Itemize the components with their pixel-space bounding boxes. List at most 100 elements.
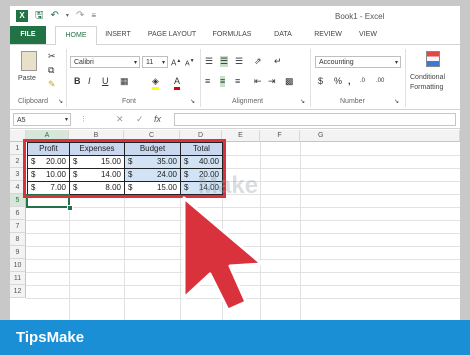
accounting-format-button[interactable]: $ xyxy=(318,76,323,87)
font-name-value: Calibri xyxy=(74,59,94,66)
tab-page-layout[interactable]: PAGE LAYOUT xyxy=(141,26,203,44)
conditional-formatting-icon xyxy=(426,51,440,67)
font-name-select[interactable]: Calibri ▾ xyxy=(70,56,140,68)
chevron-down-icon: ▾ xyxy=(394,60,398,66)
fill-color-icon[interactable]: ◈ xyxy=(152,76,159,90)
excel-logo-icon: X xyxy=(16,10,28,22)
conditional-label: Conditional xyxy=(410,74,446,81)
gridline xyxy=(26,272,460,273)
cut-icon[interactable]: ✂ xyxy=(48,51,56,62)
insert-function-button[interactable]: fx xyxy=(154,114,161,125)
undo-dropdown-icon[interactable]: ▾ xyxy=(66,9,69,23)
row-header-10[interactable]: 10 xyxy=(10,259,26,272)
row-header-8[interactable]: 8 xyxy=(10,233,26,246)
gridline xyxy=(26,233,460,234)
conditional-formatting-button[interactable]: Conditional Formatting xyxy=(408,49,458,95)
undo-icon[interactable]: ↶ xyxy=(51,9,59,23)
tab-insert[interactable]: INSERT xyxy=(98,26,138,44)
quick-access-toolbar: X 🖫 ↶ ▾ ↷ ≡ xyxy=(16,9,96,23)
align-bottom-icon[interactable]: ☰ xyxy=(235,56,243,67)
font-group-label: Font xyxy=(122,98,137,105)
column-header-g[interactable]: G xyxy=(300,130,460,142)
percent-style-button[interactable]: % xyxy=(334,76,342,87)
format-painter-icon[interactable]: ✎ xyxy=(48,79,56,90)
row-header-11[interactable]: 11 xyxy=(10,272,26,285)
decrease-decimal-icon[interactable]: .00 xyxy=(376,76,384,87)
name-box-value: A5 xyxy=(17,117,26,124)
paste-label: Paste xyxy=(18,75,36,82)
fill-handle[interactable] xyxy=(67,205,73,211)
watermark-text: Make xyxy=(198,172,259,199)
tab-view[interactable]: VIEW xyxy=(353,26,383,44)
window-title: Book1 - Excel xyxy=(335,12,385,21)
formatting-label: Formatting xyxy=(410,84,444,91)
separator xyxy=(405,49,406,107)
ribbon-tabs: FILE HOME INSERT PAGE LAYOUT FORMULAS DA… xyxy=(10,26,460,46)
font-size-value: 11 xyxy=(146,59,154,66)
align-top-icon[interactable]: ☰ xyxy=(205,56,213,67)
clipboard-launcher-icon[interactable]: ↘ xyxy=(58,97,63,108)
title-bar: X 🖫 ↶ ▾ ↷ ≡ Book1 - Excel xyxy=(10,6,460,26)
cancel-icon[interactable]: ✕ xyxy=(116,114,124,125)
tab-file[interactable]: FILE xyxy=(10,26,46,44)
alignment-group-label: Alignment xyxy=(232,98,264,105)
paste-button[interactable]: Paste xyxy=(16,49,42,89)
align-left-icon[interactable]: ≡ xyxy=(205,76,210,87)
gridline xyxy=(26,207,460,208)
italic-button[interactable]: I xyxy=(88,76,91,87)
tab-formulas[interactable]: FORMULAS xyxy=(206,26,258,44)
column-header-e[interactable]: E xyxy=(222,130,260,142)
formula-bar: A5 ▾ ⋮ ✕ ✓ fx xyxy=(10,110,460,129)
font-launcher-icon[interactable]: ↘ xyxy=(190,97,195,108)
row-header-9[interactable]: 9 xyxy=(10,246,26,259)
bold-button[interactable]: B xyxy=(74,76,81,87)
separator xyxy=(310,49,311,107)
font-color-icon[interactable]: A xyxy=(174,76,181,90)
number-format-value: Accounting xyxy=(319,59,354,66)
row-header-6[interactable]: 6 xyxy=(10,207,26,220)
number-launcher-icon[interactable]: ↘ xyxy=(394,97,399,108)
number-group-label: Number xyxy=(340,98,365,105)
increase-decimal-icon[interactable]: .0 xyxy=(360,76,365,87)
copy-icon[interactable]: ⧉ xyxy=(48,65,54,76)
align-middle-icon[interactable]: ☰ xyxy=(220,56,229,67)
customize-qat-icon[interactable]: ≡ xyxy=(91,9,96,23)
gridline xyxy=(26,285,460,286)
brand-banner: TipsMake xyxy=(0,320,470,355)
column-header-f[interactable]: F xyxy=(260,130,300,142)
gridline xyxy=(26,298,460,299)
formula-input[interactable] xyxy=(174,113,456,126)
save-icon[interactable]: 🖫 xyxy=(35,9,44,23)
tab-home[interactable]: HOME xyxy=(55,26,97,46)
ribbon-home: Paste ✂ ⧉ ✎ Clipboard ↘ Calibri ▾ 11 ▾ A… xyxy=(10,45,460,110)
font-size-select[interactable]: 11 ▾ xyxy=(142,56,168,68)
gridline xyxy=(26,220,460,221)
grow-font-icon[interactable]: A▲ xyxy=(171,56,181,69)
redo-icon[interactable]: ↷ xyxy=(76,9,84,23)
chevron-down-icon: ▾ xyxy=(64,117,68,123)
increase-indent-icon[interactable]: ⇥ xyxy=(268,76,276,87)
gridline xyxy=(26,259,460,260)
row-header-7[interactable]: 7 xyxy=(10,220,26,233)
align-right-icon[interactable]: ≡ xyxy=(235,76,240,87)
row-header-12[interactable]: 12 xyxy=(10,285,26,298)
underline-button[interactable]: U xyxy=(102,76,109,87)
shrink-font-icon[interactable]: A▼ xyxy=(185,56,195,69)
separator xyxy=(200,49,201,107)
tab-data[interactable]: DATA xyxy=(268,26,298,44)
orientation-icon[interactable]: ⇗ xyxy=(254,56,262,67)
merge-center-icon[interactable]: ▩ xyxy=(285,76,294,87)
borders-icon[interactable]: ▦ xyxy=(120,76,129,87)
alignment-launcher-icon[interactable]: ↘ xyxy=(300,97,305,108)
comma-style-button[interactable]: , xyxy=(348,76,351,87)
worksheet-grid[interactable]: A B C D E F G 1 2 3 4 5 6 7 8 9 10 11 12 xyxy=(10,130,460,320)
excel-window: X 🖫 ↶ ▾ ↷ ≡ Book1 - Excel FILE HOME INSE… xyxy=(10,6,460,320)
enter-icon[interactable]: ✓ xyxy=(136,114,144,125)
more-options-icon: ⋮ xyxy=(80,116,87,123)
name-box[interactable]: A5 ▾ xyxy=(13,113,71,126)
tab-review[interactable]: REVIEW xyxy=(308,26,348,44)
wrap-text-icon[interactable]: ↵ xyxy=(274,56,282,67)
number-format-select[interactable]: Accounting ▾ xyxy=(315,56,401,68)
align-center-icon[interactable]: ≡ xyxy=(220,76,226,87)
decrease-indent-icon[interactable]: ⇤ xyxy=(254,76,262,87)
